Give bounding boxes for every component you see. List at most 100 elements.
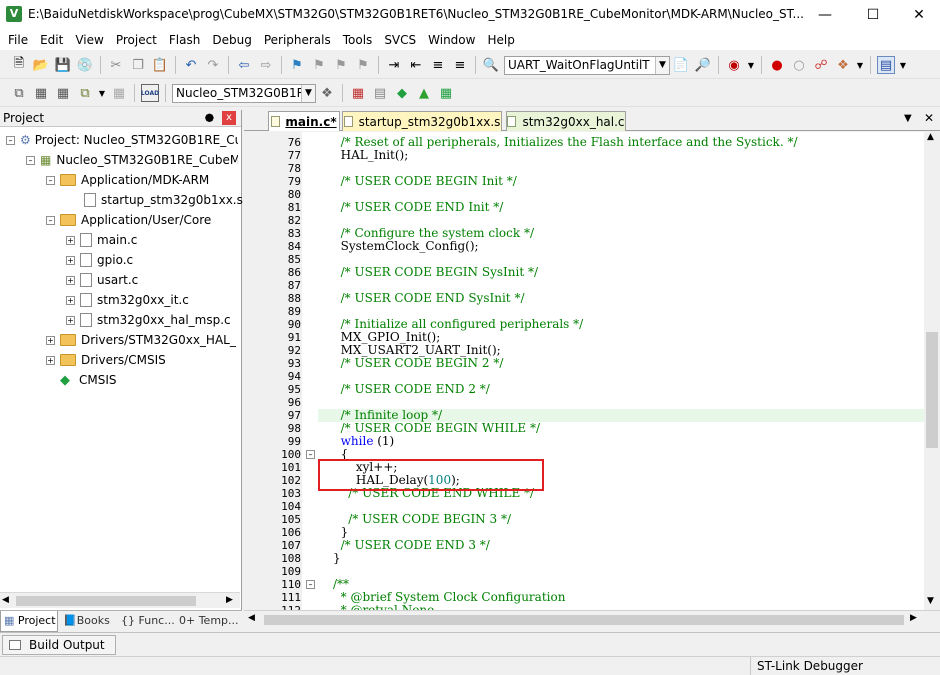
breakpoint-icon[interactable]: ● [768, 56, 786, 74]
find-icon[interactable]: 🔎 [694, 56, 712, 74]
clear-bookmarks-icon[interactable]: ⚑ [354, 56, 372, 74]
collapse-icon[interactable]: – [26, 155, 35, 165]
tree-project-root[interactable]: – ⚙ Project: Nucleo_STM32G0B1RE_CubeMoni… [6, 130, 238, 150]
tree-file-startup[interactable]: startup_stm32g0b1xx.s [84, 190, 243, 210]
indent-icon[interactable]: ⇥ [385, 56, 403, 74]
close-panel-icon[interactable]: x [222, 111, 236, 125]
bookmark-icon[interactable]: ⚑ [288, 56, 306, 74]
editor-hscrollbar[interactable]: ◀ ▶ [244, 610, 940, 628]
tree-group-hal-driver[interactable]: + Drivers/STM32G0xx_HAL_Driver [46, 330, 236, 350]
scroll-right-icon[interactable]: ▶ [226, 595, 233, 605]
menu-edit[interactable]: Edit [34, 30, 69, 50]
editor-vscrollbar[interactable]: ▲ ▼ [924, 132, 940, 610]
tab-list-icon[interactable]: ▼ [904, 113, 912, 124]
tab-stm32g0xx-hal[interactable]: stm32g0xx_hal.c [506, 111, 626, 131]
expand-icon[interactable]: + [46, 355, 55, 365]
tree-group-user-core[interactable]: – Application/User/Core [46, 210, 211, 230]
tree-file-it[interactable]: + stm32g0xx_it.c [66, 290, 189, 310]
menu-help[interactable]: Help [481, 30, 520, 50]
select-packs-icon[interactable]: ▦ [437, 84, 455, 102]
fold-icon[interactable]: – [306, 450, 315, 459]
pin-icon[interactable]: ⯄ [205, 110, 214, 127]
tree-cmsis-component[interactable]: ◆ CMSIS [60, 370, 117, 390]
expand-icon[interactable]: + [46, 335, 55, 345]
menu-file[interactable]: File [2, 30, 34, 50]
tree-group-cmsis-driver[interactable]: + Drivers/CMSIS [46, 350, 166, 370]
tab-functions[interactable]: {} Func... [118, 611, 174, 632]
next-bookmark-icon[interactable]: ⚑ [332, 56, 350, 74]
scroll-right-icon[interactable]: ▶ [910, 613, 917, 623]
redo-icon[interactable]: ↷ [204, 56, 222, 74]
scroll-down-icon[interactable]: ▼ [927, 596, 934, 606]
scroll-thumb[interactable] [16, 596, 196, 606]
new-file-icon[interactable]: 🗎 [10, 56, 28, 74]
open-folder-icon[interactable]: 📂 [32, 56, 50, 74]
close-icon[interactable]: ✕ [896, 0, 940, 30]
file-extensions-icon[interactable]: ▤ [371, 84, 389, 102]
chevron-down-icon[interactable]: ▼ [655, 56, 669, 74]
fold-icon[interactable]: – [306, 580, 315, 589]
translate-icon[interactable]: ⧉ [10, 84, 28, 102]
chevron-down-icon[interactable]: ▼ [747, 56, 755, 74]
save-icon[interactable]: 💾 [54, 56, 72, 74]
find-in-files-icon[interactable]: 🔍 [482, 56, 500, 74]
scroll-up-icon[interactable]: ▲ [927, 132, 934, 142]
scroll-left-icon[interactable]: ◀ [2, 595, 9, 605]
rebuild-icon[interactable]: ▦ [54, 84, 72, 102]
find-combo[interactable]: UART_WaitOnFlagUntilT ▼ [504, 55, 670, 75]
copy-icon[interactable]: ❐ [129, 56, 147, 74]
expand-icon[interactable]: + [66, 315, 75, 325]
tree-file-hal-msp[interactable]: + stm32g0xx_hal_msp.c [66, 310, 231, 330]
stop-build-icon[interactable]: ▦ [110, 84, 128, 102]
tree-target[interactable]: – ▦ Nucleo_STM32G0B1RE_CubeMonitor [26, 150, 238, 170]
tab-project[interactable]: ▦ Project [0, 611, 58, 632]
collapse-icon[interactable]: – [46, 175, 55, 185]
scroll-left-icon[interactable]: ◀ [248, 613, 255, 623]
menu-flash[interactable]: Flash [163, 30, 206, 50]
nav-back-icon[interactable]: ⇦ [235, 56, 253, 74]
download-icon[interactable]: LOAD [141, 84, 159, 102]
chevron-down-icon[interactable]: ▼ [856, 56, 864, 74]
tree-file-main[interactable]: + main.c [66, 230, 137, 250]
tab-main-c[interactable]: main.c* [268, 111, 340, 131]
project-hscrollbar[interactable]: ◀ ▶ [0, 592, 240, 608]
unindent-icon[interactable]: ⇤ [407, 56, 425, 74]
tab-templates[interactable]: 0+ Temp... [176, 611, 240, 632]
collapse-icon[interactable]: – [6, 135, 15, 145]
batch-build-icon[interactable]: ⧉ [76, 84, 94, 102]
collapse-icon[interactable]: – [46, 215, 55, 225]
tab-books[interactable]: 📘Books [60, 611, 116, 632]
window-layout-icon[interactable]: ▤ [877, 56, 895, 74]
menu-project[interactable]: Project [110, 30, 163, 50]
pack-installer-icon[interactable]: ▲ [415, 84, 433, 102]
tab-build-output[interactable]: Build Output [2, 635, 116, 655]
menu-debug[interactable]: Debug [206, 30, 257, 50]
chevron-down-icon[interactable]: ▼ [899, 56, 907, 74]
tree-file-gpio[interactable]: + gpio.c [66, 250, 133, 270]
scroll-thumb[interactable] [926, 332, 938, 448]
incremental-find-icon[interactable]: 📄 [672, 56, 690, 74]
target-options-icon[interactable]: ❖ [318, 84, 336, 102]
expand-icon[interactable]: + [66, 295, 75, 305]
manage-project-icon[interactable]: ▦ [349, 84, 367, 102]
scroll-thumb[interactable] [264, 615, 904, 625]
minimize-icon[interactable]: — [802, 0, 848, 30]
paste-icon[interactable]: 📋 [151, 56, 169, 74]
menu-window[interactable]: Window [422, 30, 481, 50]
chevron-down-icon[interactable]: ▼ [98, 84, 106, 102]
undo-icon[interactable]: ↶ [182, 56, 200, 74]
configure-icon[interactable]: ❖ [834, 56, 852, 74]
manage-rte-icon[interactable]: ◆ [393, 84, 411, 102]
tab-startup[interactable]: startup_stm32g0b1xx.s [342, 111, 502, 131]
tree-group-mdk-arm[interactable]: – Application/MDK-ARM [46, 170, 209, 190]
menu-tools[interactable]: Tools [337, 30, 379, 50]
expand-icon[interactable]: + [66, 255, 75, 265]
menu-view[interactable]: View [69, 30, 109, 50]
kill-breakpoints-icon[interactable]: ☍ [812, 56, 830, 74]
menu-peripherals[interactable]: Peripherals [258, 30, 337, 50]
expand-icon[interactable]: + [66, 235, 75, 245]
close-tab-icon[interactable]: ✕ [924, 111, 934, 125]
chevron-down-icon[interactable]: ▼ [301, 84, 315, 102]
comment-icon[interactable]: ≡ [429, 56, 447, 74]
debug-session-icon[interactable]: ◉ [725, 56, 743, 74]
